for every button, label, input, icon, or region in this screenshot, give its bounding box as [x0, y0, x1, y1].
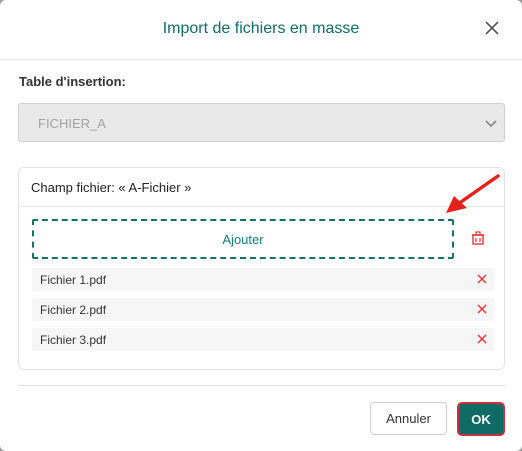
file-name: Fichier 1.pdf [40, 273, 107, 287]
close-button[interactable] [480, 16, 504, 40]
file-name: Fichier 3.pdf [40, 333, 107, 347]
panel-title: Champ fichier: « A-Fichier » [31, 180, 192, 195]
add-file-label: Ajouter [222, 231, 264, 247]
close-icon [485, 21, 499, 35]
file-name: Fichier 2.pdf [40, 303, 107, 317]
panel-header: Champ fichier: « A-Fichier » [19, 168, 504, 207]
dialog-title: Import de fichiers en masse [162, 20, 360, 37]
cancel-button[interactable]: Annuler [370, 402, 447, 435]
footer-divider [18, 385, 505, 386]
add-file-button[interactable]: Ajouter [32, 219, 454, 259]
table-select-value: FICHIER_A [38, 116, 106, 131]
remove-icon[interactable] [476, 333, 488, 345]
import-dialog: Import de fichiers en masse Table d'inse… [0, 0, 522, 451]
remove-icon[interactable] [476, 273, 488, 285]
file-list-item: Fichier 3.pdf [32, 328, 494, 351]
file-field-panel: Champ fichier: « A-Fichier » Ajouter Fic… [18, 167, 505, 370]
dialog-header: Import de fichiers en masse [0, 0, 522, 60]
file-list-item: Fichier 2.pdf [32, 298, 494, 321]
remove-icon[interactable] [476, 303, 488, 315]
delete-icon[interactable] [471, 231, 485, 245]
ok-button[interactable]: OK [457, 402, 505, 436]
chevron-down-icon [485, 120, 497, 128]
table-label: Table d'insertion: [19, 74, 126, 89]
file-list-item: Fichier 1.pdf [32, 268, 494, 291]
table-select[interactable]: FICHIER_A [18, 103, 505, 142]
